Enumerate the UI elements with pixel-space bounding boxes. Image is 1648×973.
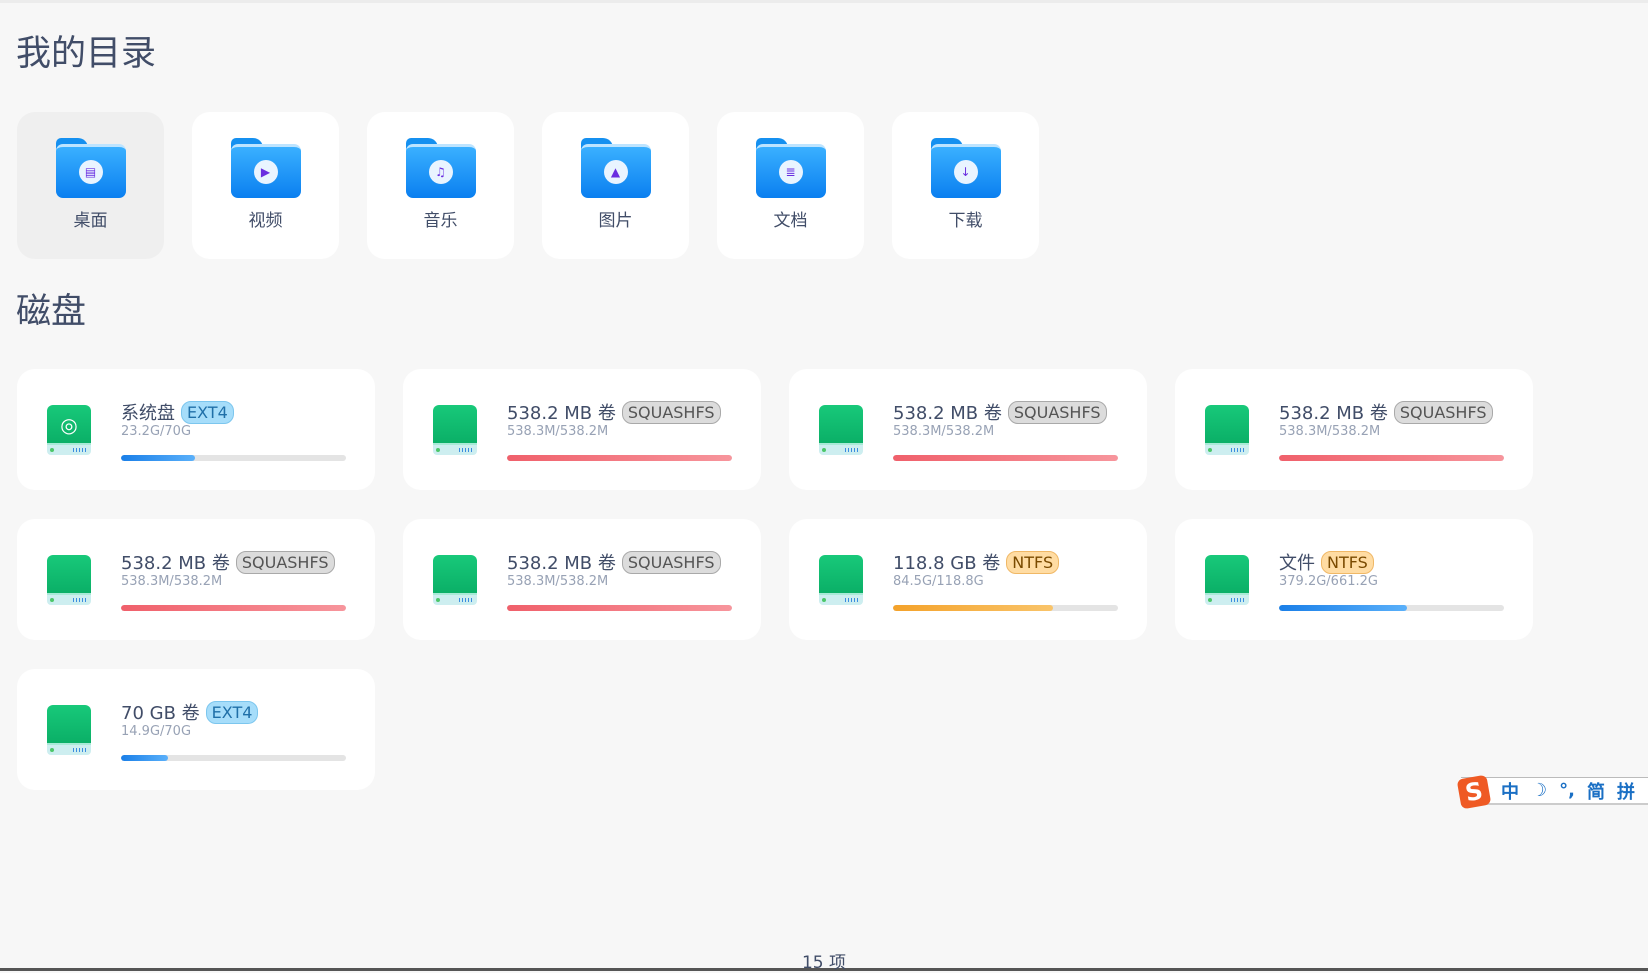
usage-bar-fill	[507, 455, 732, 461]
disk-usage: 538.3M/538.2M	[507, 424, 609, 439]
drive-icon	[1205, 405, 1249, 457]
usage-bar-fill	[121, 455, 196, 461]
disk-name: 538.2 MB 卷	[1279, 403, 1388, 424]
filesystem-badge: NTFS	[1321, 550, 1374, 574]
filesystem-badge: EXT4	[181, 400, 234, 424]
filesystem-badge: SQUASHFS	[621, 400, 721, 424]
filesystem-badge: EXT4	[205, 700, 259, 724]
usage-bar	[893, 455, 1118, 461]
usage-bar-fill	[893, 605, 1053, 611]
filesystem-badge: SQUASHFS	[621, 550, 721, 574]
folder-tile[interactable]: ▶ 视频	[192, 112, 339, 259]
drive-icon	[433, 555, 477, 607]
drive-icon	[1205, 555, 1249, 607]
usage-bar-fill	[893, 455, 1118, 461]
folder-label: 视频	[248, 211, 283, 231]
disk-card[interactable]: 538.2 MB 卷 SQUASHFS 538.3M/538.2M	[789, 369, 1147, 490]
disk-grid: ◎ 系统盘 EXT4 23.2G/70G 538.2 MB 卷 SQUASHFS 5…	[17, 369, 1533, 790]
usage-bar-fill	[121, 605, 346, 611]
folder-label: 桌面	[73, 211, 108, 231]
disk-name: 538.2 MB 卷	[507, 403, 616, 424]
filesystem-badge: SQUASHFS	[1007, 400, 1107, 424]
disk-name: 538.2 MB 卷	[121, 553, 230, 574]
folder-label: 图片	[598, 211, 633, 231]
ime-toolbar[interactable]: S 中 ☽ °, 简拼	[1456, 774, 1648, 809]
disk-card[interactable]: 118.8 GB 卷 NTFS 84.5G/118.8G	[789, 519, 1147, 640]
folder-tile[interactable]: ▤ 桌面	[17, 112, 164, 259]
usage-bar	[893, 605, 1118, 611]
disk-card[interactable]: 538.2 MB 卷 SQUASHFS 538.3M/538.2M	[403, 369, 761, 490]
disk-card[interactable]: 538.2 MB 卷 SQUASHFS 538.3M/538.2M	[1175, 369, 1533, 490]
drive-icon	[47, 555, 91, 607]
disk-name: 118.8 GB 卷	[893, 553, 1001, 574]
usage-bar	[507, 455, 732, 461]
usage-bar-fill	[507, 605, 732, 611]
folder-label: 文档	[773, 211, 808, 231]
directories-heading: 我的目录	[16, 34, 157, 74]
disk-usage: 379.2G/661.2G	[1279, 574, 1378, 589]
drive-icon	[819, 555, 863, 607]
usage-bar	[1279, 455, 1504, 461]
disk-usage: 14.9G/70G	[121, 724, 192, 739]
folder-grid: ▤ 桌面 ▶ 视频 ♫ 音乐 ▲ 图片 ≣ 文档 ↓ 下载	[17, 112, 1039, 259]
disk-name: 538.2 MB 卷	[893, 403, 1002, 424]
disk-card[interactable]: 538.2 MB 卷 SQUASHFS 538.3M/538.2M	[17, 519, 375, 640]
disk-name: 文件	[1279, 553, 1315, 574]
music-folder-icon: ♫	[405, 138, 476, 198]
disk-card[interactable]: 538.2 MB 卷 SQUASHFS 538.3M/538.2M	[403, 519, 761, 640]
folder-tile[interactable]: ♫ 音乐	[367, 112, 514, 259]
disk-card[interactable]: 70 GB 卷 EXT4 14.9G/70G	[17, 669, 375, 790]
usage-bar-fill	[121, 755, 169, 761]
usage-bar	[121, 605, 346, 611]
disk-card[interactable]: 文件 NTFS 379.2G/661.2G	[1175, 519, 1533, 640]
disk-name: 538.2 MB 卷	[507, 553, 616, 574]
disk-usage: 538.3M/538.2M	[1279, 424, 1381, 439]
usage-bar	[1279, 605, 1504, 611]
drive-icon	[819, 405, 863, 457]
folder-tile[interactable]: ≣ 文档	[717, 112, 864, 259]
disk-usage: 538.3M/538.2M	[121, 574, 223, 589]
folder-label: 下载	[948, 211, 983, 231]
folder-tile[interactable]: ▲ 图片	[542, 112, 689, 259]
disk-usage: 538.3M/538.2M	[893, 424, 995, 439]
disk-usage: 84.5G/118.8G	[893, 574, 984, 589]
usage-bar	[121, 455, 346, 461]
ime-item[interactable]: 简	[1587, 778, 1605, 804]
usage-bar	[507, 605, 732, 611]
drive-icon	[47, 705, 91, 757]
drive-icon	[433, 405, 477, 457]
item-count-status: 15 项	[801, 953, 847, 973]
sogou-logo-icon[interactable]: S	[1456, 774, 1492, 809]
downloads-folder-icon: ↓	[930, 138, 1001, 198]
disk-usage: 23.2G/70G	[121, 424, 192, 439]
desktop-folder-icon: ▤	[55, 138, 126, 198]
disk-name: 70 GB 卷	[121, 703, 200, 724]
filesystem-badge: NTFS	[1006, 550, 1060, 574]
documents-folder-icon: ≣	[755, 138, 826, 198]
filesystem-badge: SQUASHFS	[1393, 400, 1493, 424]
disk-name: 系统盘	[121, 403, 175, 424]
usage-bar-fill	[1279, 455, 1504, 461]
usage-bar	[121, 755, 346, 761]
folder-tile[interactable]: ↓ 下载	[892, 112, 1039, 259]
filesystem-badge: SQUASHFS	[235, 550, 335, 574]
disks-heading: 磁盘	[16, 292, 87, 332]
ime-item[interactable]: °,	[1559, 780, 1575, 801]
ime-item[interactable]: 中	[1501, 778, 1519, 804]
disk-card[interactable]: ◎ 系统盘 EXT4 23.2G/70G	[17, 369, 375, 490]
system-drive-icon: ◎	[47, 405, 91, 457]
video-folder-icon: ▶	[230, 138, 301, 198]
usage-bar-fill	[1279, 605, 1408, 611]
disk-usage: 538.3M/538.2M	[507, 574, 609, 589]
ime-item[interactable]: 拼	[1617, 778, 1635, 804]
folder-label: 音乐	[423, 211, 458, 231]
ime-item[interactable]: ☽	[1531, 780, 1547, 801]
pictures-folder-icon: ▲	[580, 138, 651, 198]
